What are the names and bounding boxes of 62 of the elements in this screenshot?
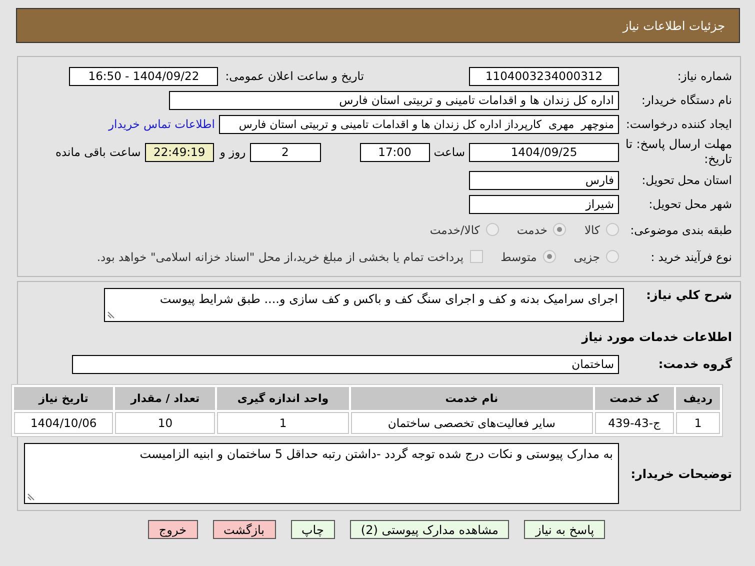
action-button[interactable]: بازگشت: [212, 520, 276, 539]
resize-grip-icon[interactable]: [27, 493, 35, 501]
input-field[interactable]: 1404/09/25: [469, 142, 619, 162]
input-field[interactable]: 17:00: [360, 142, 430, 162]
column-header: نام خدمت: [350, 387, 593, 410]
column-header: ردیف: [676, 387, 720, 410]
field-label: ساعت باقی مانده: [56, 145, 141, 159]
input-field[interactable]: 2: [250, 142, 321, 162]
section-heading: اطلاعات خدمات مورد نیاز: [582, 330, 732, 344]
field-label: استان محل تحویل:: [640, 173, 732, 187]
field-label: توضیحات خریدار:: [630, 466, 732, 480]
column-header: واحد اندازه گیری: [217, 387, 349, 410]
description-box[interactable]: اجرای سرامیک بدنه و کف و اجرای سنگ کف و باکس و کف سازی و.... طبق شرایط پیوست: [104, 288, 624, 322]
page-title: جزئیات اطلاعات نیاز: [622, 18, 725, 32]
input-field[interactable]: 1404/09/22 - 16:50: [69, 66, 218, 86]
input-field[interactable]: منوچهر مهری کارپرداز اداره کل زندان ها و اقدامات تامینی و تربیتی استان فارس: [219, 114, 619, 134]
radio-button[interactable]: [606, 250, 619, 263]
table-cell: 1: [217, 412, 349, 434]
input-field[interactable]: شیراز: [469, 194, 619, 214]
field-label: شهر محل تحویل:: [648, 197, 732, 211]
option-label: پرداخت تمام یا بخشی از مبلغ خرید،از محل "اسناد خزانه اسلامی" خواهد بود.: [96, 250, 464, 264]
action-button[interactable]: چاپ: [290, 520, 335, 539]
table-cell: 1404/10/06: [14, 412, 114, 434]
column-header: تعداد / مقدار: [115, 387, 216, 410]
input-field[interactable]: 1104003234000312: [469, 66, 619, 86]
field-label: تاریخ و ساعت اعلان عمومی:: [225, 69, 364, 83]
radio-button[interactable]: [606, 223, 619, 236]
field-label: نام دستگاه خریدار:: [640, 93, 732, 107]
column-header: تاریخ نیاز: [14, 387, 114, 410]
field-label: نوع فرآیند خرید :: [650, 250, 732, 264]
field-label: مهلت ارسال پاسخ: تا تاریخ:: [624, 137, 732, 167]
input-field[interactable]: 22:49:19: [144, 142, 214, 162]
option-label: خدمت: [516, 222, 548, 236]
option-label: کالا/خدمت: [430, 222, 480, 236]
action-button[interactable]: خروج: [148, 520, 198, 539]
radio-button[interactable]: [486, 223, 499, 236]
option-label: کالا: [584, 222, 600, 236]
field-label: ساعت: [434, 145, 465, 159]
field-label: ایجاد کننده درخواست:: [625, 117, 732, 131]
table-cell: 10: [115, 412, 216, 434]
action-button[interactable]: مشاهده مدارک پیوستی (2): [350, 520, 510, 539]
table-cell: 1: [676, 412, 720, 434]
field-label: گروه خدمت:: [657, 357, 732, 371]
field-label: شماره نیاز:: [676, 69, 732, 83]
table-cell: سایر فعالیت‌های تخصصی ساختمان: [350, 412, 593, 434]
contact-link[interactable]: اطلاعات تماس خریدار: [108, 117, 215, 131]
field-label: روز و: [220, 145, 246, 159]
field-label: طبقه بندی موضوعی:: [629, 222, 732, 236]
field-label: شرح کلي نياز:: [645, 288, 732, 302]
radio-button[interactable]: [553, 223, 566, 236]
action-button[interactable]: پاسخ به نیاز: [524, 520, 606, 539]
radio-button[interactable]: [542, 250, 556, 263]
input-field[interactable]: ساختمان: [72, 354, 619, 374]
input-field[interactable]: فارس: [469, 170, 619, 190]
option-label: متوسط: [500, 250, 537, 264]
resize-grip-icon[interactable]: [107, 311, 115, 319]
input-field[interactable]: اداره کل زندان ها و اقدامات تامینی و تربیتی استان فارس: [169, 90, 619, 110]
column-header: کد خدمت: [594, 387, 674, 410]
option-label: جزیی: [574, 250, 600, 264]
checkbox[interactable]: [470, 250, 483, 263]
notes-box[interactable]: به مدارک پیوستی و نکات درج شده توجه گردد -داشتن رتبه حداقل 5 ساختمان و ابنیه الزامیست: [24, 443, 619, 504]
table-cell: ج-43-439: [594, 412, 674, 434]
